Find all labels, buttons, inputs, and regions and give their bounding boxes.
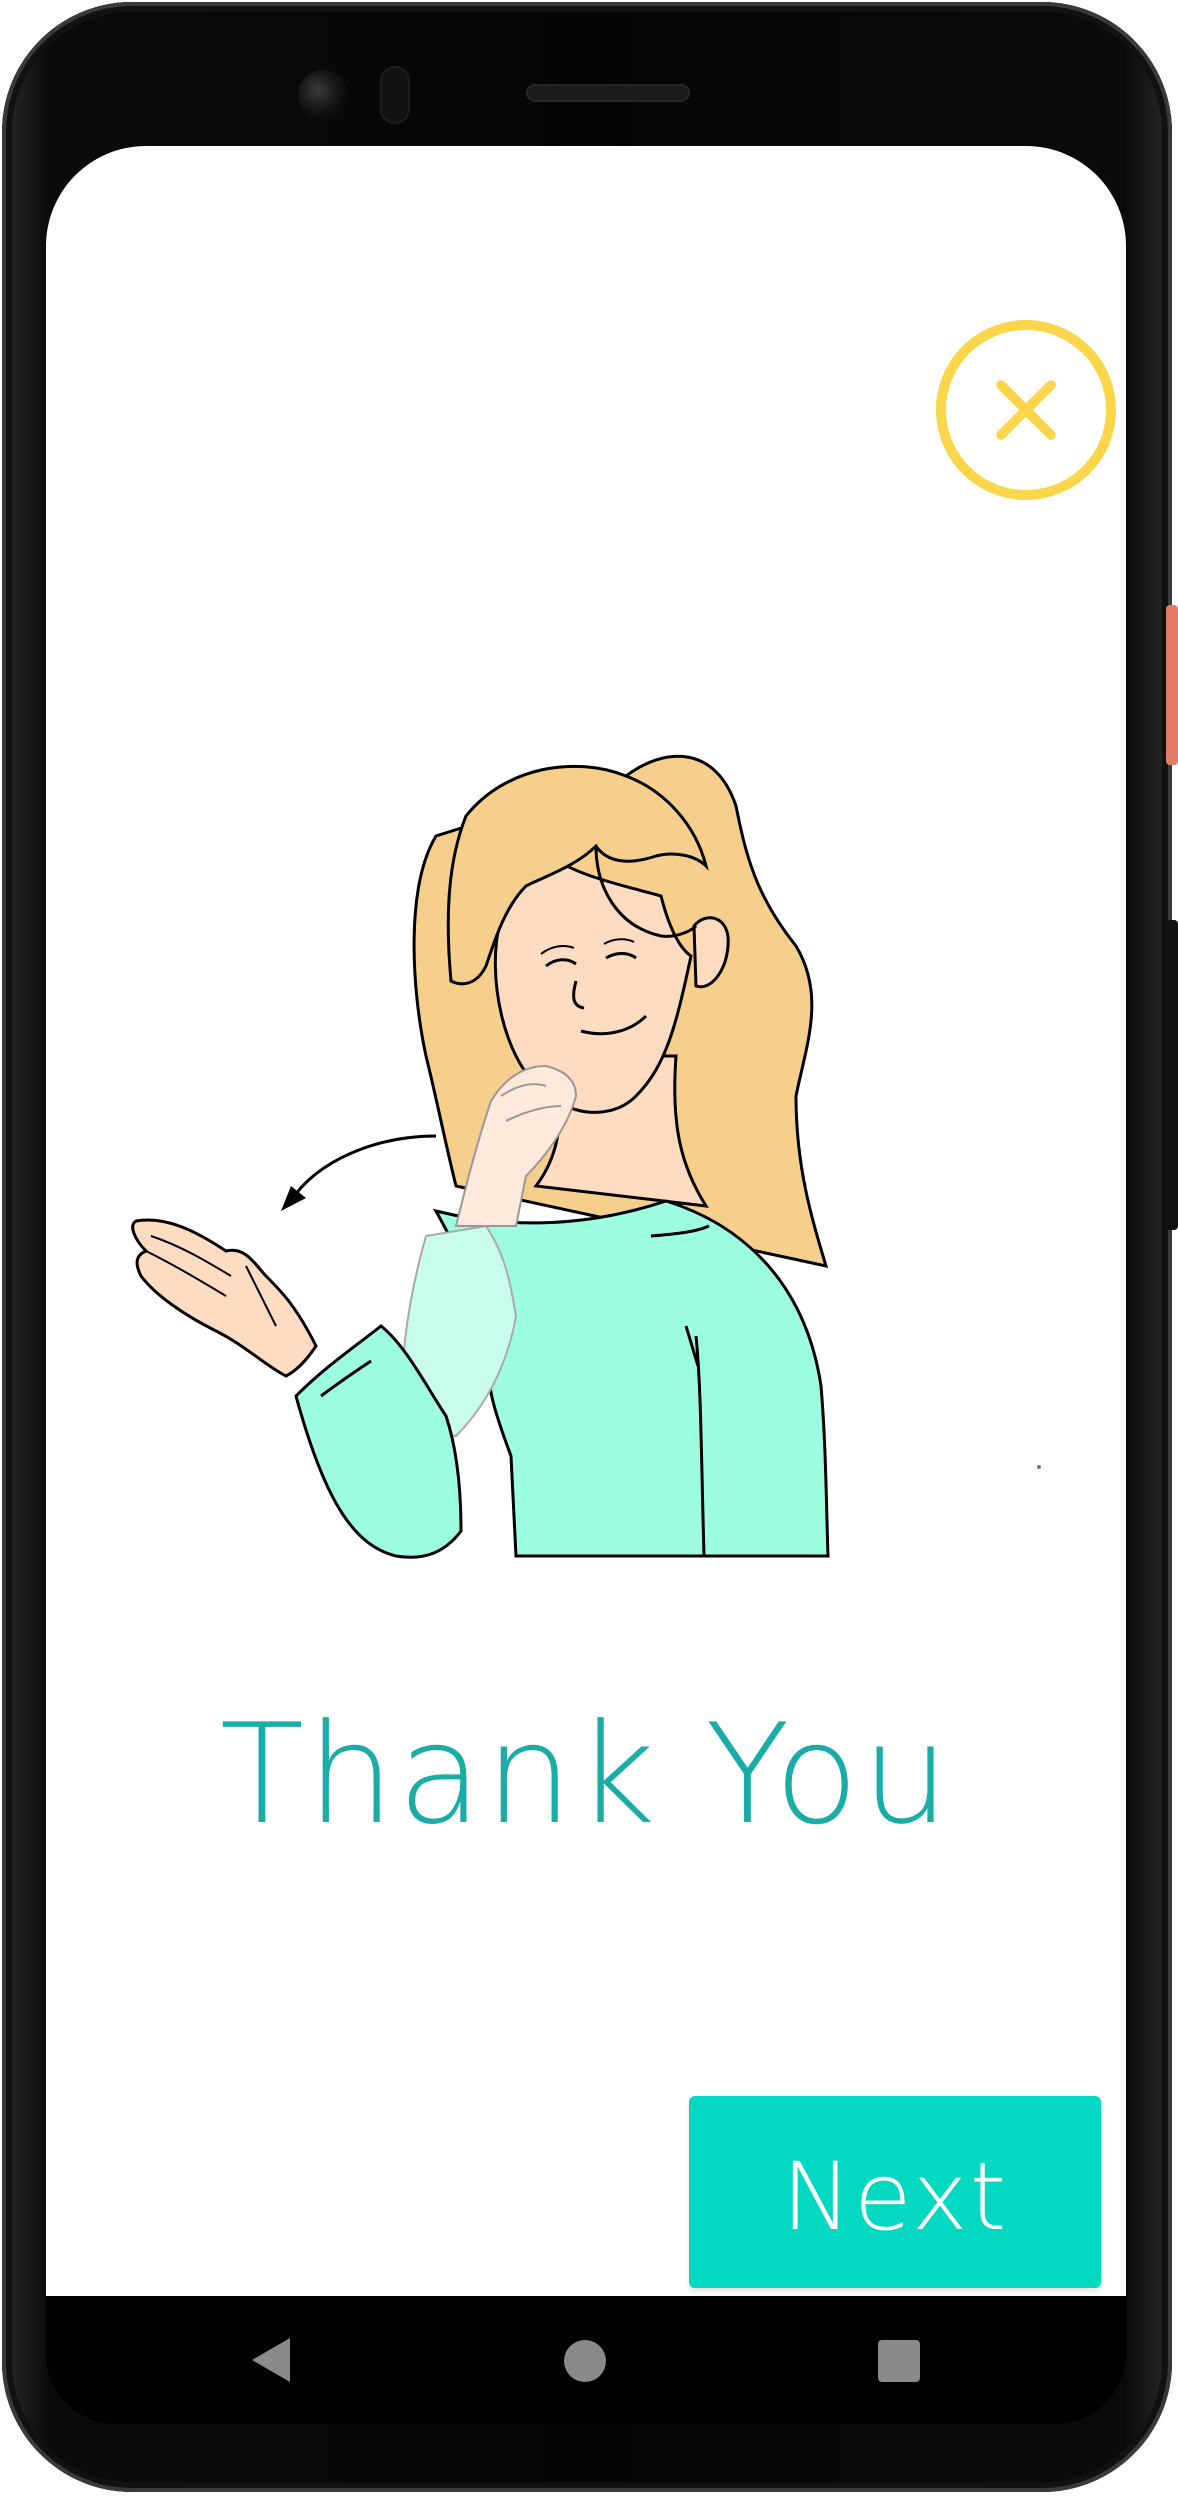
page-title: Thank You — [219, 1694, 953, 1855]
proximity-sensor — [380, 66, 410, 124]
back-triangle-icon[interactable] — [252, 2338, 290, 2382]
next-button-label: Next — [781, 2142, 1009, 2252]
earpiece-speaker — [526, 84, 690, 102]
phone-device: Thank You Next — [0, 0, 1178, 2498]
app-screen: Thank You Next — [46, 146, 1126, 2296]
sign-language-thank-you-illustration — [131, 754, 830, 1559]
android-nav-bar — [46, 2296, 1126, 2424]
stray-dot — [1037, 1465, 1041, 1469]
extended-hand — [131, 1218, 318, 1378]
recents-square-icon[interactable] — [878, 2340, 920, 2382]
home-circle-icon[interactable] — [564, 2340, 606, 2382]
volume-button — [1166, 920, 1178, 1230]
next-button[interactable]: Next — [689, 2096, 1101, 2288]
close-x-icon — [996, 380, 1056, 440]
close-button[interactable] — [936, 320, 1116, 500]
power-button — [1166, 605, 1178, 765]
motion-arrow — [289, 1134, 437, 1202]
front-camera — [298, 70, 348, 120]
